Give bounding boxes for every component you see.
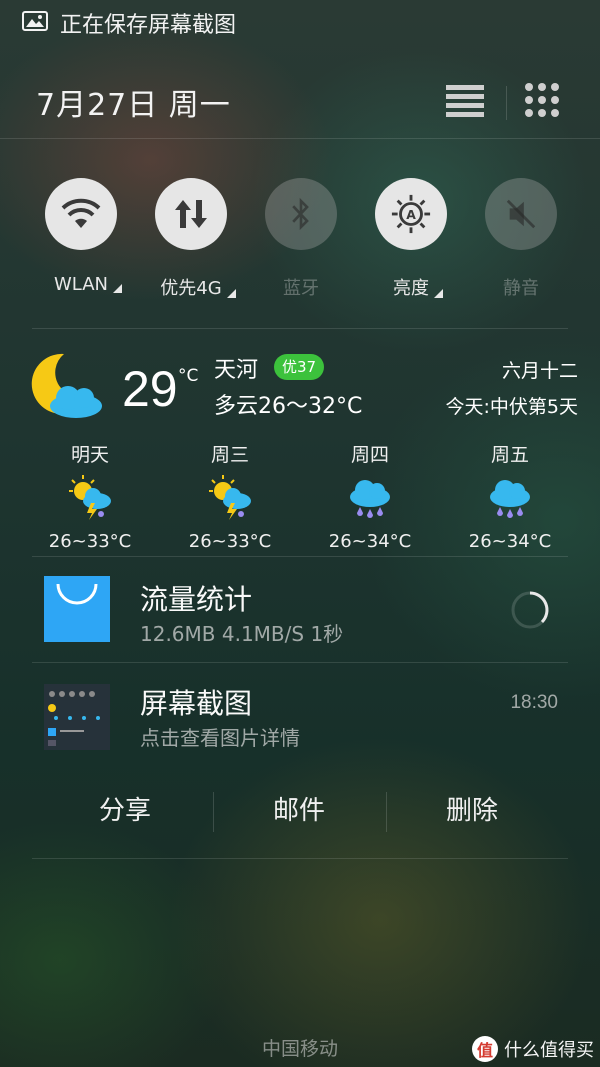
forecast-day-label: 明天 (70, 444, 109, 466)
forecast-day: 周三 26~33°C (170, 440, 290, 552)
settings-list-icon (446, 85, 484, 117)
app-grid-icon (525, 83, 559, 117)
lunar-date: 六月十二 (501, 360, 578, 382)
current-temperature: 29 (122, 361, 178, 417)
temperature-unit: °C (178, 366, 199, 386)
toggle-bluetooth-circle (265, 178, 337, 250)
notification-actions: 分享 邮件 删除 (40, 782, 560, 836)
notification-title: 屏幕截图 (140, 687, 253, 720)
svg-text:A: A (406, 207, 416, 222)
notification-time: 18:30 (510, 692, 558, 713)
status-bar: 正在保存屏幕截图 (0, 0, 600, 44)
toggle-brightness-label: 亮度 (393, 274, 443, 300)
divider (0, 138, 600, 139)
forecast-range: 26~33°C (188, 531, 272, 552)
mute-icon (506, 199, 536, 229)
mobile-data-icon (175, 200, 207, 228)
delete-button[interactable]: 删除 (387, 790, 557, 827)
email-button[interactable]: 邮件 (214, 790, 384, 827)
settings-list-button[interactable] (442, 82, 488, 122)
forecast-day-label: 周三 (210, 444, 249, 466)
toggle-mute[interactable]: 静音 (466, 178, 576, 300)
auto-brightness-icon: A (391, 194, 431, 234)
toggle-wlan-label: WLAN (54, 274, 123, 295)
bluetooth-icon (292, 197, 309, 231)
forecast-range: 26~33°C (48, 531, 132, 552)
screenshot-preview-icon (44, 684, 110, 750)
forecast-day-label: 周四 (350, 444, 389, 466)
app-grid-button[interactable] (522, 80, 562, 120)
toggle-4g-label: 优先4G (160, 274, 236, 300)
status-text: 正在保存屏幕截图 (60, 13, 237, 38)
notification-screenshot[interactable]: 屏幕截图 点击查看图片详情 18:30 分享 邮件 删除 (0, 662, 600, 858)
share-button[interactable]: 分享 (40, 790, 210, 827)
notification-title: 流量统计 (140, 583, 253, 616)
forecast-day: 周四 26~34°C (310, 440, 430, 552)
rain-cloud-icon (350, 480, 390, 518)
divider (32, 556, 568, 557)
watermark: 值 什么值得买 (472, 1036, 594, 1062)
toggle-4g[interactable]: 优先4G (136, 178, 246, 300)
forecast-day-label: 周五 (490, 444, 529, 466)
forecast-day: 周五 26~34°C (450, 440, 570, 552)
weather-condition: 多云26～32°C (214, 394, 363, 419)
quick-toggles: WLAN 优先4G 蓝牙 A 亮度 静音 (0, 178, 600, 308)
weather-widget[interactable]: 29 °C 天河 优37 多云26～32°C 六月十二 今天:中伏第5天 明天 … (0, 330, 600, 556)
screenshot-thumbnail (44, 684, 110, 750)
notification-subtitle: 点击查看图片详情 (140, 726, 300, 750)
city-name: 天河 (214, 358, 259, 383)
header-divider (506, 86, 507, 120)
date-label: 7月27日 周一 (36, 88, 231, 123)
toggle-brightness[interactable]: A 亮度 (356, 178, 466, 300)
watermark-text: 什么值得买 (504, 1040, 594, 1061)
notification-subtitle: 12.6MB 4.1MB/S 1秒 (140, 622, 344, 646)
solar-term: 今天:中伏第5天 (445, 396, 579, 418)
image-icon (22, 11, 48, 31)
notification-data-usage[interactable]: 流量统计 12.6MB 4.1MB/S 1秒 (0, 558, 600, 662)
notification-header: 7月27日 周一 (0, 64, 600, 138)
toggle-4g-circle (155, 178, 227, 250)
toggle-mute-label: 静音 (503, 278, 539, 299)
divider (32, 328, 568, 329)
forecast-day: 明天 26~33°C (30, 440, 150, 552)
toggle-mute-circle (485, 178, 557, 250)
toggle-brightness-circle: A (375, 178, 447, 250)
watermark-logo: 值 (472, 1036, 498, 1062)
loading-spinner-icon (511, 591, 549, 629)
toggle-wlan[interactable]: WLAN (26, 178, 136, 295)
wifi-icon (61, 198, 101, 228)
forecast-range: 26~34°C (468, 531, 552, 552)
moon-cloud-icon (31, 353, 102, 418)
sun-thunder-rain-icon (209, 475, 251, 520)
toggle-bluetooth[interactable]: 蓝牙 (246, 178, 356, 300)
rain-cloud-icon (490, 480, 530, 518)
aqi-badge: 优37 (274, 354, 325, 380)
toggle-wlan-circle (45, 178, 117, 250)
bag-handle-icon (56, 583, 98, 605)
divider (32, 858, 568, 859)
toggle-bluetooth-label: 蓝牙 (283, 278, 319, 299)
shopping-bag-icon (44, 576, 110, 642)
sun-thunder-rain-icon (69, 475, 111, 520)
forecast-range: 26~34°C (328, 531, 412, 552)
